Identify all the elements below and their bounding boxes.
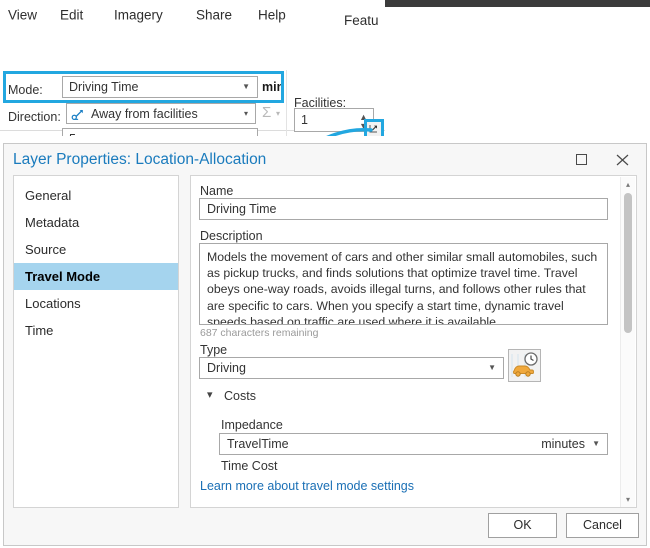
direction-combobox[interactable]: Away from facilities ▾	[66, 103, 256, 124]
launcher-highlight-box	[364, 119, 384, 136]
sidebar-item-general[interactable]: General	[14, 182, 178, 209]
scroll-down-icon[interactable]: ▾	[621, 493, 635, 507]
mode-units-label: min	[262, 81, 284, 94]
name-value: Driving Time	[207, 203, 276, 216]
impedance-units: minutes	[541, 438, 585, 451]
impedance-value: TravelTime	[227, 438, 289, 451]
group-divider	[286, 70, 287, 136]
content-scrollbar[interactable]: ▴ ▾	[620, 177, 635, 508]
facilities-stepper[interactable]: 1 ▲ ▼	[294, 108, 374, 132]
sidebar-item-time[interactable]: Time	[14, 317, 178, 344]
cancel-button[interactable]: Cancel	[566, 513, 639, 538]
name-label: Name	[200, 185, 233, 198]
type-combobox[interactable]: Driving ▼	[199, 357, 504, 379]
impedance-label: Impedance	[221, 419, 283, 432]
sigma-icon: Σ	[262, 105, 271, 120]
costs-section-label: Costs	[224, 390, 256, 403]
away-from-facilities-icon	[71, 107, 86, 122]
menu-item-share[interactable]: Share	[196, 8, 232, 22]
sidebar-item-locations[interactable]: Locations	[14, 290, 178, 317]
mode-value: Driving Time	[69, 81, 138, 94]
type-value: Driving	[207, 362, 246, 375]
scrollbar-thumb[interactable]	[624, 193, 632, 333]
layer-properties-dialog: Layer Properties: Location-Allocation Ge…	[3, 143, 647, 546]
background-gap	[0, 136, 650, 143]
chevron-down-icon: ▼	[488, 364, 496, 372]
sidebar-item-source[interactable]: Source	[14, 236, 178, 263]
direction-value: Away from facilities	[91, 107, 198, 120]
window-dark-strip	[385, 0, 650, 7]
car-clock-icon	[509, 350, 540, 381]
maximize-button[interactable]	[571, 150, 593, 170]
cutoff-input[interactable]: 5	[62, 128, 258, 136]
description-textarea[interactable]: Models the movement of cars and other si…	[199, 243, 608, 325]
menu-item-edit[interactable]: Edit	[60, 8, 83, 22]
time-cost-label: Time Cost	[221, 460, 278, 473]
sidebar-item-travel-mode[interactable]: Travel Mode	[14, 263, 178, 290]
chevron-down-icon: ▾	[244, 110, 248, 118]
travel-settings-group: Mode: Driving Time ▼ min Direction: Away…	[0, 34, 385, 131]
close-icon	[612, 150, 634, 170]
close-button[interactable]	[612, 150, 634, 170]
dialog-title: Layer Properties: Location-Allocation	[13, 151, 266, 168]
characters-remaining-label: 687 characters remaining	[200, 328, 318, 339]
sidebar-item-metadata[interactable]: Metadata	[14, 209, 178, 236]
tab-feature-label: Featu	[344, 13, 379, 28]
direction-label: Direction:	[8, 111, 61, 124]
name-input[interactable]: Driving Time	[199, 198, 608, 220]
type-label: Type	[200, 344, 227, 357]
travel-mode-icon-button[interactable]	[508, 349, 541, 382]
menu-item-imagery[interactable]: Imagery	[114, 8, 163, 22]
ok-button[interactable]: OK	[488, 513, 557, 538]
menu-bar: View Edit Imagery Share Help	[0, 0, 385, 34]
dialog-content-panel: Name Driving Time Description Models the…	[190, 175, 637, 508]
description-label: Description	[200, 230, 263, 243]
facilities-value: 1	[301, 114, 308, 127]
mode-combobox[interactable]: Driving Time ▼	[62, 76, 258, 98]
chevron-down-icon[interactable]: ▾	[207, 390, 213, 401]
impedance-combobox[interactable]: TravelTime minutes ▼	[219, 433, 608, 455]
chevron-down-icon: ▼	[592, 440, 600, 448]
tab-feature[interactable]: Featu	[334, 7, 390, 34]
chevron-down-icon: ▼	[242, 83, 250, 91]
dialog-titlebar: Layer Properties: Location-Allocation	[4, 144, 646, 175]
maximize-icon	[576, 154, 587, 165]
ribbon: View Edit Imagery Share Help Featu Mode:…	[0, 0, 650, 136]
menu-item-help[interactable]: Help	[258, 8, 286, 22]
menu-item-view[interactable]: View	[8, 8, 37, 22]
mode-label: Mode:	[8, 84, 43, 97]
sigma-chevron-down-icon: ▾	[276, 110, 280, 118]
scroll-up-icon[interactable]: ▴	[621, 178, 635, 192]
learn-more-link[interactable]: Learn more about travel mode settings	[200, 480, 414, 493]
dialog-nav-panel: General Metadata Source Travel Mode Loca…	[13, 175, 179, 508]
